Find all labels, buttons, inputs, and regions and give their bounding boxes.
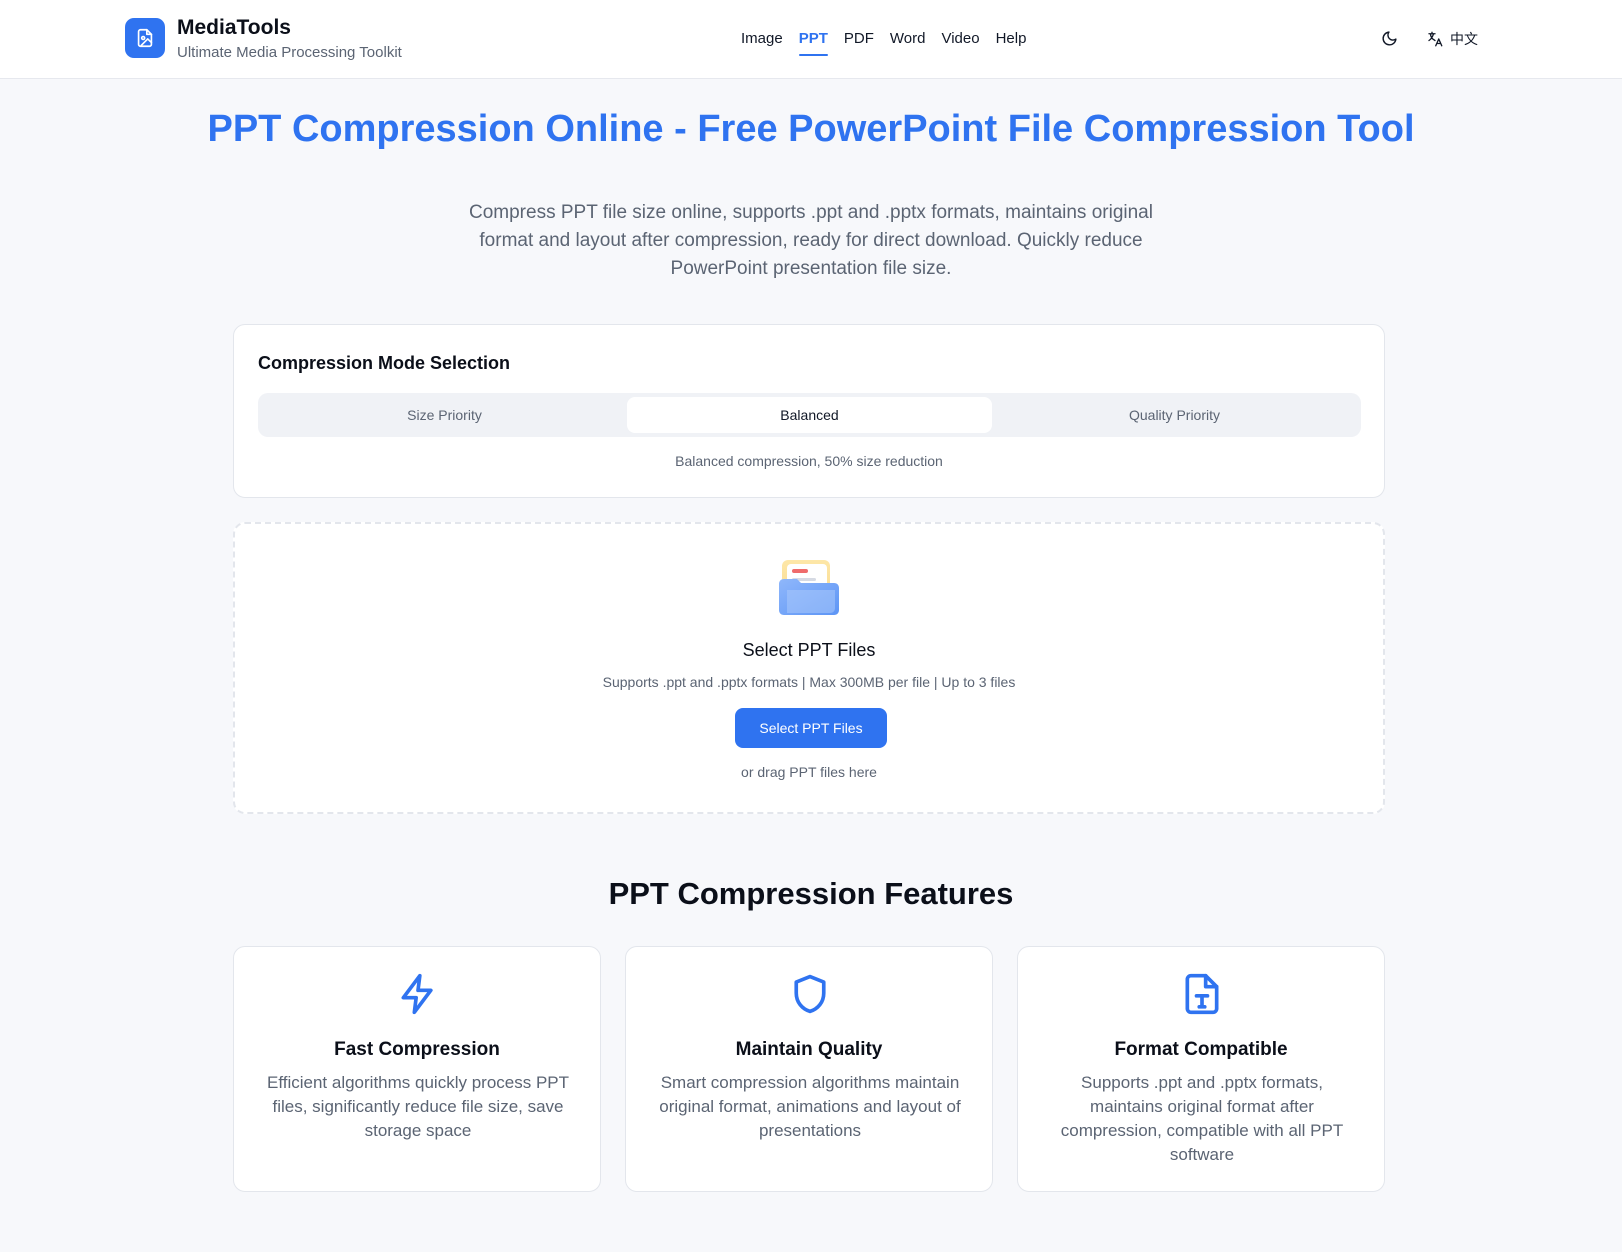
folder-file-icon xyxy=(779,560,839,615)
theme-toggle-button[interactable] xyxy=(1378,27,1400,49)
nav-item-word[interactable]: Word xyxy=(890,28,926,56)
upload-title: Select PPT Files xyxy=(742,640,876,660)
main-nav: Image PPT PDF Word Video Help xyxy=(741,28,1042,56)
file-drop-zone[interactable]: Select PPT Files Supports .ppt and .pptx… xyxy=(233,522,1385,814)
select-files-button[interactable]: Select PPT Files xyxy=(735,708,887,748)
feature-card-format-compatible: Format Compatible Supports .ppt and .ppt… xyxy=(1017,946,1385,1192)
feature-title: Maintain Quality xyxy=(735,1039,883,1060)
page-title: PPT Compression Online - Free PowerPoint… xyxy=(207,108,1415,150)
moon-icon xyxy=(1382,30,1397,45)
logo-icon[interactable] xyxy=(125,18,165,58)
features-title: PPT Compression Features xyxy=(608,876,1014,911)
feature-description: Supports .ppt and .pptx formats, maintai… xyxy=(1060,1073,1344,1164)
compression-mode-selector: Size Priority Balanced Quality Priority xyxy=(258,393,1361,437)
brand-tagline: Ultimate Media Processing Toolkit xyxy=(177,44,402,61)
feature-card-maintain-quality: Maintain Quality Smart compression algor… xyxy=(625,946,993,1192)
language-label: 中文 xyxy=(1450,31,1478,47)
nav-item-image[interactable]: Image xyxy=(741,28,783,56)
feature-card-fast-compression: Fast Compression Efficient algorithms qu… xyxy=(233,946,601,1192)
top-header: MediaTools Ultimate Media Processing Too… xyxy=(0,0,1622,79)
feature-description: Efficient algorithms quickly process PPT… xyxy=(266,1073,570,1140)
drag-hint: or drag PPT files here xyxy=(741,764,877,780)
nav-item-help[interactable]: Help xyxy=(996,28,1027,56)
page-description: Compress PPT file size online, supports … xyxy=(469,202,1153,279)
text-file-icon xyxy=(1185,973,1219,1015)
upload-requirements: Supports .ppt and .pptx formats | Max 30… xyxy=(602,674,1016,690)
nav-item-pdf[interactable]: PDF xyxy=(844,28,874,56)
language-switch-button[interactable]: 中文 xyxy=(1426,27,1478,51)
lightning-icon xyxy=(401,973,433,1015)
mode-option-balanced[interactable]: Balanced xyxy=(627,397,992,433)
feature-title: Fast Compression xyxy=(334,1039,500,1060)
mode-option-quality-priority[interactable]: Quality Priority xyxy=(992,397,1357,433)
compression-mode-title: Compression Mode Selection xyxy=(258,353,511,373)
translate-icon xyxy=(1428,31,1443,47)
feature-title: Format Compatible xyxy=(1114,1039,1288,1060)
compression-mode-description: Balanced compression, 50% size reduction xyxy=(675,453,943,469)
feature-description: Smart compression algorithms maintain or… xyxy=(659,1073,961,1140)
brand-name[interactable]: MediaTools xyxy=(177,16,291,40)
nav-item-ppt[interactable]: PPT xyxy=(798,28,829,56)
shield-icon xyxy=(794,974,826,1014)
nav-item-video[interactable]: Video xyxy=(941,28,979,56)
mode-option-size-priority[interactable]: Size Priority xyxy=(262,397,627,433)
compression-mode-card: Compression Mode Selection Size Priority… xyxy=(233,324,1385,498)
